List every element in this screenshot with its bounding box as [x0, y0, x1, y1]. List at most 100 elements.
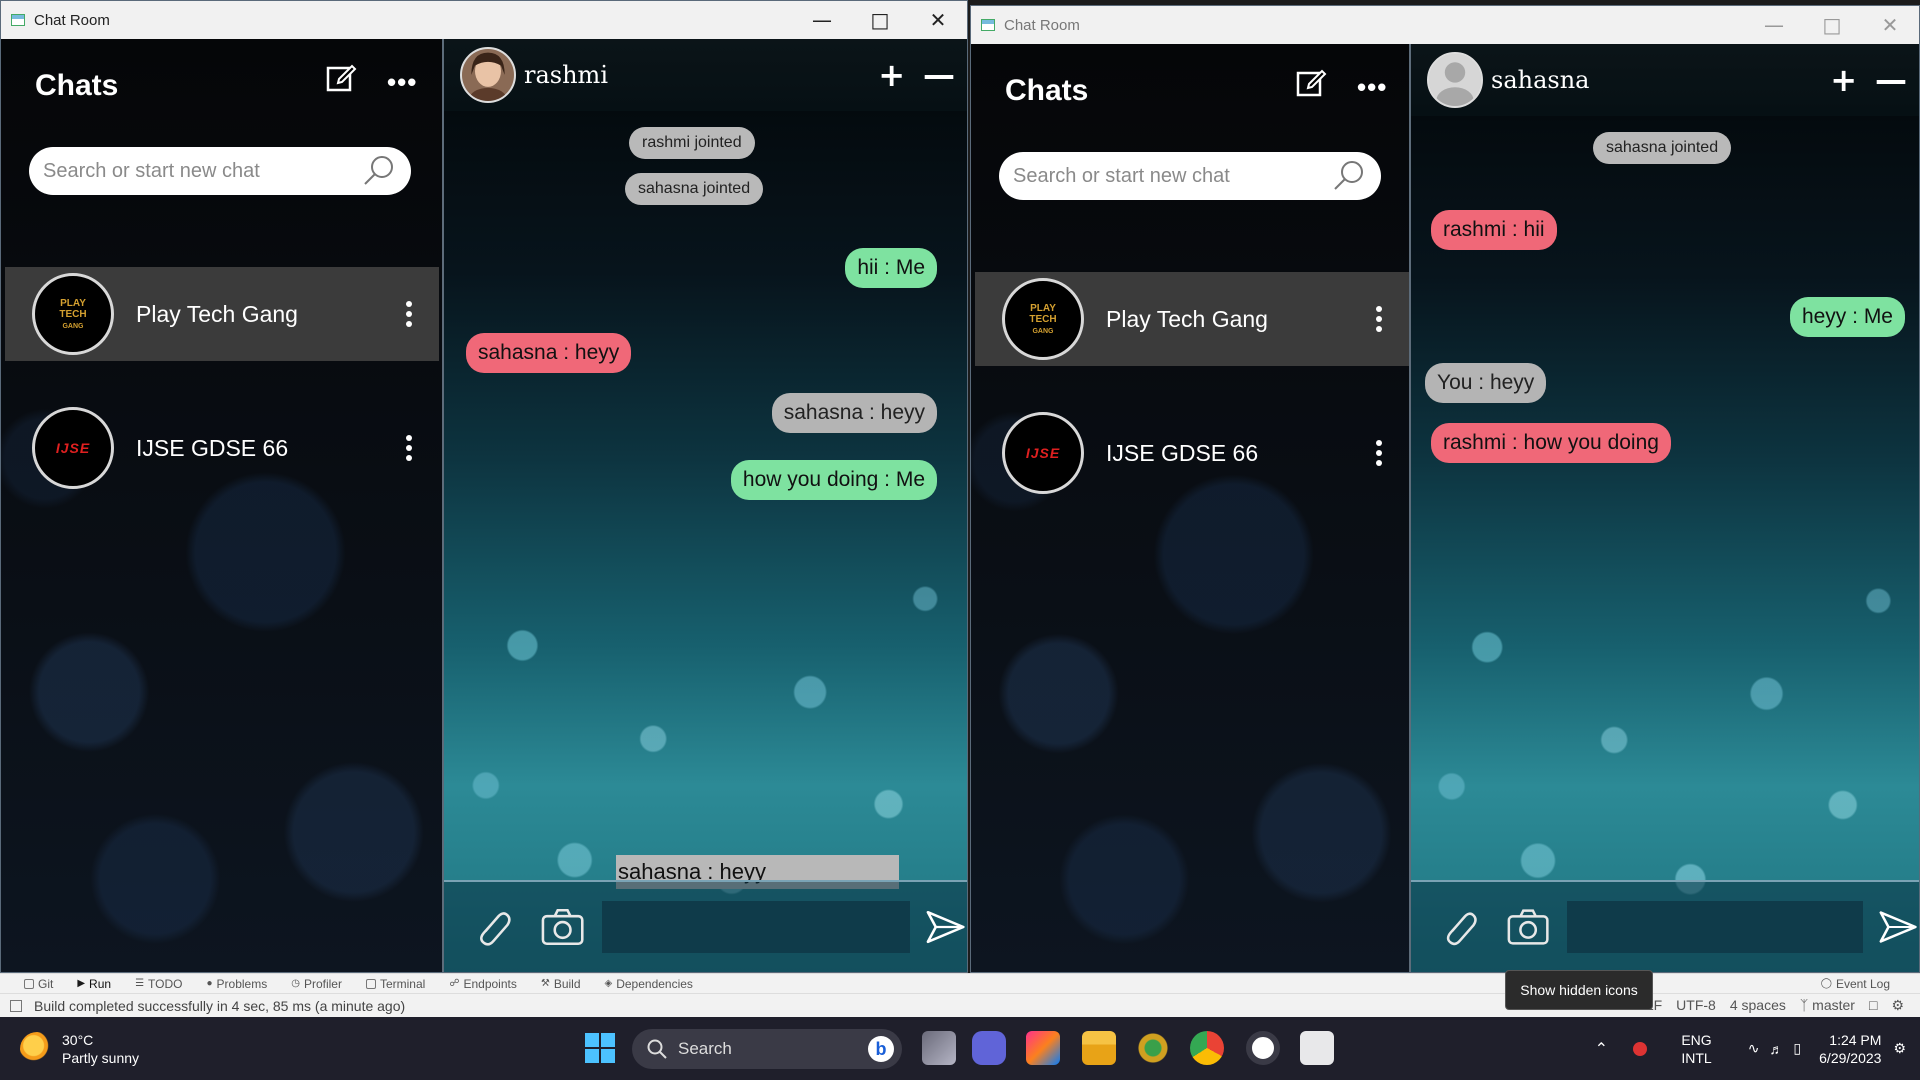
taskbar: 30°C Partly sunny Search b ⌃ ENG INTL ∿ … [0, 1017, 1920, 1080]
notifications-icon[interactable]: ⚙ [1893, 1040, 1906, 1057]
group-avatar: IJSE [1002, 412, 1084, 494]
message-input[interactable] [1567, 901, 1863, 953]
media-player-icon[interactable] [1246, 1031, 1280, 1065]
maximize-button[interactable]: □ [1803, 6, 1861, 44]
taskbar-search[interactable]: Search b [632, 1029, 902, 1069]
system-tray: ⌃ ENG INTL ∿ ♬ ▯ 1:24 PM 6/29/2023 ⚙ [1591, 1017, 1920, 1080]
message-bubble-sent: hii : Me [845, 248, 937, 288]
tab-dependencies[interactable]: ◈ Dependencies [605, 977, 693, 991]
sidebar-title: Chats [35, 69, 119, 102]
maximize-button[interactable]: □ [851, 1, 909, 39]
language-indicator[interactable]: ENG INTL [1681, 1031, 1711, 1067]
gradle-icon[interactable] [1136, 1031, 1170, 1065]
chat-item-ijse-gdse-66[interactable]: IJSE IJSE GDSE 66 [5, 401, 439, 495]
camera-icon[interactable] [1505, 903, 1551, 951]
search-icon[interactable] [1331, 158, 1367, 194]
battery-icon[interactable]: ▯ [1793, 1040, 1801, 1057]
kebab-icon[interactable] [1367, 440, 1391, 466]
chat-item-play-tech-gang[interactable]: PLAY TECH GANG Play Tech Gang [975, 272, 1409, 366]
minus-icon[interactable]: — [923, 56, 955, 94]
close-button[interactable]: ✕ [1861, 6, 1919, 44]
tab-todo[interactable]: ☰ TODO [135, 977, 182, 991]
teams-icon[interactable] [972, 1031, 1006, 1065]
search-input[interactable] [1013, 164, 1331, 188]
paperclip-icon[interactable] [1437, 903, 1483, 951]
taskbar-search-label: Search [678, 1039, 732, 1058]
search-icon[interactable] [361, 153, 397, 189]
app-icon [11, 14, 25, 26]
clock[interactable]: 1:24 PM 6/29/2023 [1819, 1031, 1881, 1067]
camera-icon[interactable] [539, 903, 586, 951]
tab-problems[interactable]: ● Problems [206, 977, 267, 991]
file-encoding[interactable]: UTF-8 [1676, 997, 1716, 1014]
message-bubble-sent: how you doing : Me [730, 460, 937, 500]
chats-sidebar: Chats ••• PLAYTECHGANG Play Tech Gang IJ… [1, 39, 444, 972]
plus-icon[interactable]: + [878, 56, 905, 94]
minimize-button[interactable]: — [1745, 6, 1803, 44]
chats-sidebar: Chats ••• PLAYTECHGANG Play Tech Gang IJ… [971, 44, 1411, 972]
partly-sunny-icon [20, 1032, 54, 1066]
bing-icon[interactable]: b [868, 1036, 894, 1062]
weather-widget[interactable]: 30°C Partly sunny [20, 1031, 139, 1067]
list-icon: ☰ [135, 978, 145, 989]
more-icon[interactable]: ••• [387, 67, 417, 98]
message-bubble-gray: You : heyy [1425, 363, 1547, 403]
more-icon[interactable]: ••• [1357, 72, 1387, 103]
wifi-icon[interactable]: ∿ [1748, 1040, 1760, 1057]
minus-icon[interactable]: — [1875, 61, 1907, 99]
contact-avatar [1427, 52, 1483, 108]
event-log-button[interactable]: ◯ Event Log [1821, 977, 1890, 991]
tab-endpoints[interactable]: ☍ Endpoints [449, 977, 517, 991]
tab-git[interactable]: Git [24, 977, 53, 991]
chrome-icon[interactable] [1190, 1031, 1224, 1065]
intellij-icon[interactable] [1026, 1031, 1060, 1065]
send-icon[interactable] [922, 904, 967, 950]
search-bar[interactable] [29, 147, 411, 195]
plus-icon[interactable]: + [1830, 61, 1857, 99]
task-view-icon[interactable] [922, 1031, 956, 1065]
status-message: Build completed successfully in 4 sec, 8… [34, 997, 406, 1014]
message-input-bar [444, 880, 967, 972]
git-branch[interactable]: ᛉ master [1800, 997, 1855, 1014]
chat-item-play-tech-gang[interactable]: PLAY TECH GANG Play Tech Gang [5, 267, 439, 361]
minimize-button[interactable]: — [793, 1, 851, 39]
message-bubble-received: rashmi : how you doing [1431, 423, 1671, 463]
onedrive-error-icon[interactable] [1633, 1041, 1648, 1056]
contact-avatar [460, 47, 516, 103]
profiler-icon: ◷ [291, 978, 300, 989]
tab-run[interactable]: ▶ Run [77, 977, 111, 991]
search-input[interactable] [43, 159, 361, 183]
start-button[interactable] [585, 1033, 615, 1063]
inspection-icon[interactable]: ⚙ [1891, 997, 1904, 1014]
layers-icon: ◈ [604, 978, 613, 989]
kebab-icon[interactable] [397, 301, 421, 327]
search-bar[interactable] [999, 152, 1381, 200]
paperclip-icon[interactable] [470, 903, 517, 951]
weather-temp: 30°C [62, 1032, 94, 1048]
message-input[interactable] [602, 901, 910, 953]
indent-setting[interactable]: 4 spaces [1730, 997, 1786, 1014]
compose-icon[interactable] [1295, 66, 1327, 98]
compose-icon[interactable] [325, 61, 357, 93]
tab-build[interactable]: ⚒ Build [541, 977, 581, 991]
tab-profiler[interactable]: ◷ Profiler [291, 977, 342, 991]
java-app-icon[interactable] [1300, 1031, 1334, 1065]
kebab-icon[interactable] [1367, 306, 1391, 332]
tab-terminal[interactable]: Terminal [365, 977, 425, 991]
message-input-bar [1411, 880, 1919, 972]
branch-icon: ᛉ [1799, 997, 1813, 1013]
group-avatar: PLAY TECH GANG [1002, 278, 1084, 360]
send-icon[interactable] [1875, 904, 1919, 950]
event-log-icon: ◯ [1820, 978, 1832, 989]
status-toggle-icon[interactable] [10, 999, 22, 1012]
chat-item-ijse-gdse-66[interactable]: IJSE IJSE GDSE 66 [975, 406, 1409, 500]
show-hidden-icons-chevron-icon[interactable]: ⌃ [1591, 1039, 1611, 1059]
message-bubble-sent: heyy : Me [1789, 297, 1905, 337]
volume-icon[interactable]: ♬ [1769, 1041, 1783, 1057]
kebab-icon[interactable] [397, 435, 421, 461]
close-button[interactable]: ✕ [909, 1, 967, 39]
window-title: Chat Room [34, 11, 110, 29]
group-avatar: PLAY TECH GANG [32, 273, 114, 355]
lock-icon[interactable]: □ [1869, 997, 1877, 1014]
file-explorer-icon[interactable] [1082, 1031, 1116, 1065]
